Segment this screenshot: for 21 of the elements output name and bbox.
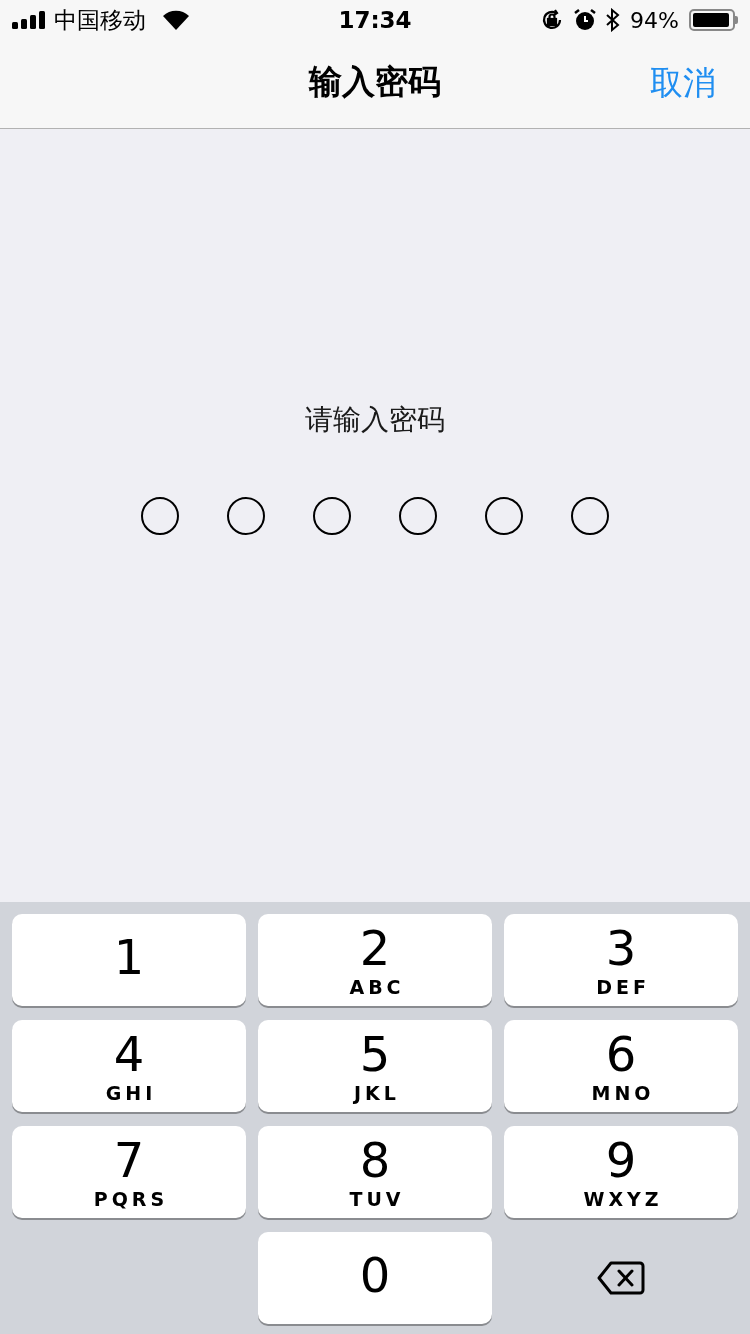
wifi-icon	[162, 10, 190, 30]
keypad-key[interactable]: 9 WXYZ	[504, 1126, 738, 1218]
carrier-name: 中国移动	[54, 5, 146, 35]
keypad-key[interactable]: 3 DEF	[504, 914, 738, 1006]
backspace-icon	[597, 1261, 645, 1295]
bluetooth-icon	[606, 8, 621, 32]
keypad-key[interactable]: 6 MNO	[504, 1020, 738, 1112]
status-time: 17:34	[338, 5, 412, 35]
nav-title: 输入密码	[309, 60, 441, 103]
signal-icon	[12, 11, 46, 29]
battery-icon	[689, 9, 738, 31]
keypad-key[interactable]: 7 PQRS	[12, 1126, 246, 1218]
keypad-key[interactable]: 4 GHI	[12, 1020, 246, 1112]
battery-percentage: 94%	[630, 6, 679, 35]
keypad-key[interactable]: 0	[258, 1232, 492, 1324]
keypad-key[interactable]: 8 TUV	[258, 1126, 492, 1218]
alarm-icon	[574, 9, 597, 31]
passcode-prompt: 请输入密码	[305, 402, 445, 438]
keypad-key[interactable]: 1	[12, 914, 246, 1006]
keypad-key[interactable]: 5 JKL	[258, 1020, 492, 1112]
keypad-key[interactable]: 2 ABC	[258, 914, 492, 1006]
